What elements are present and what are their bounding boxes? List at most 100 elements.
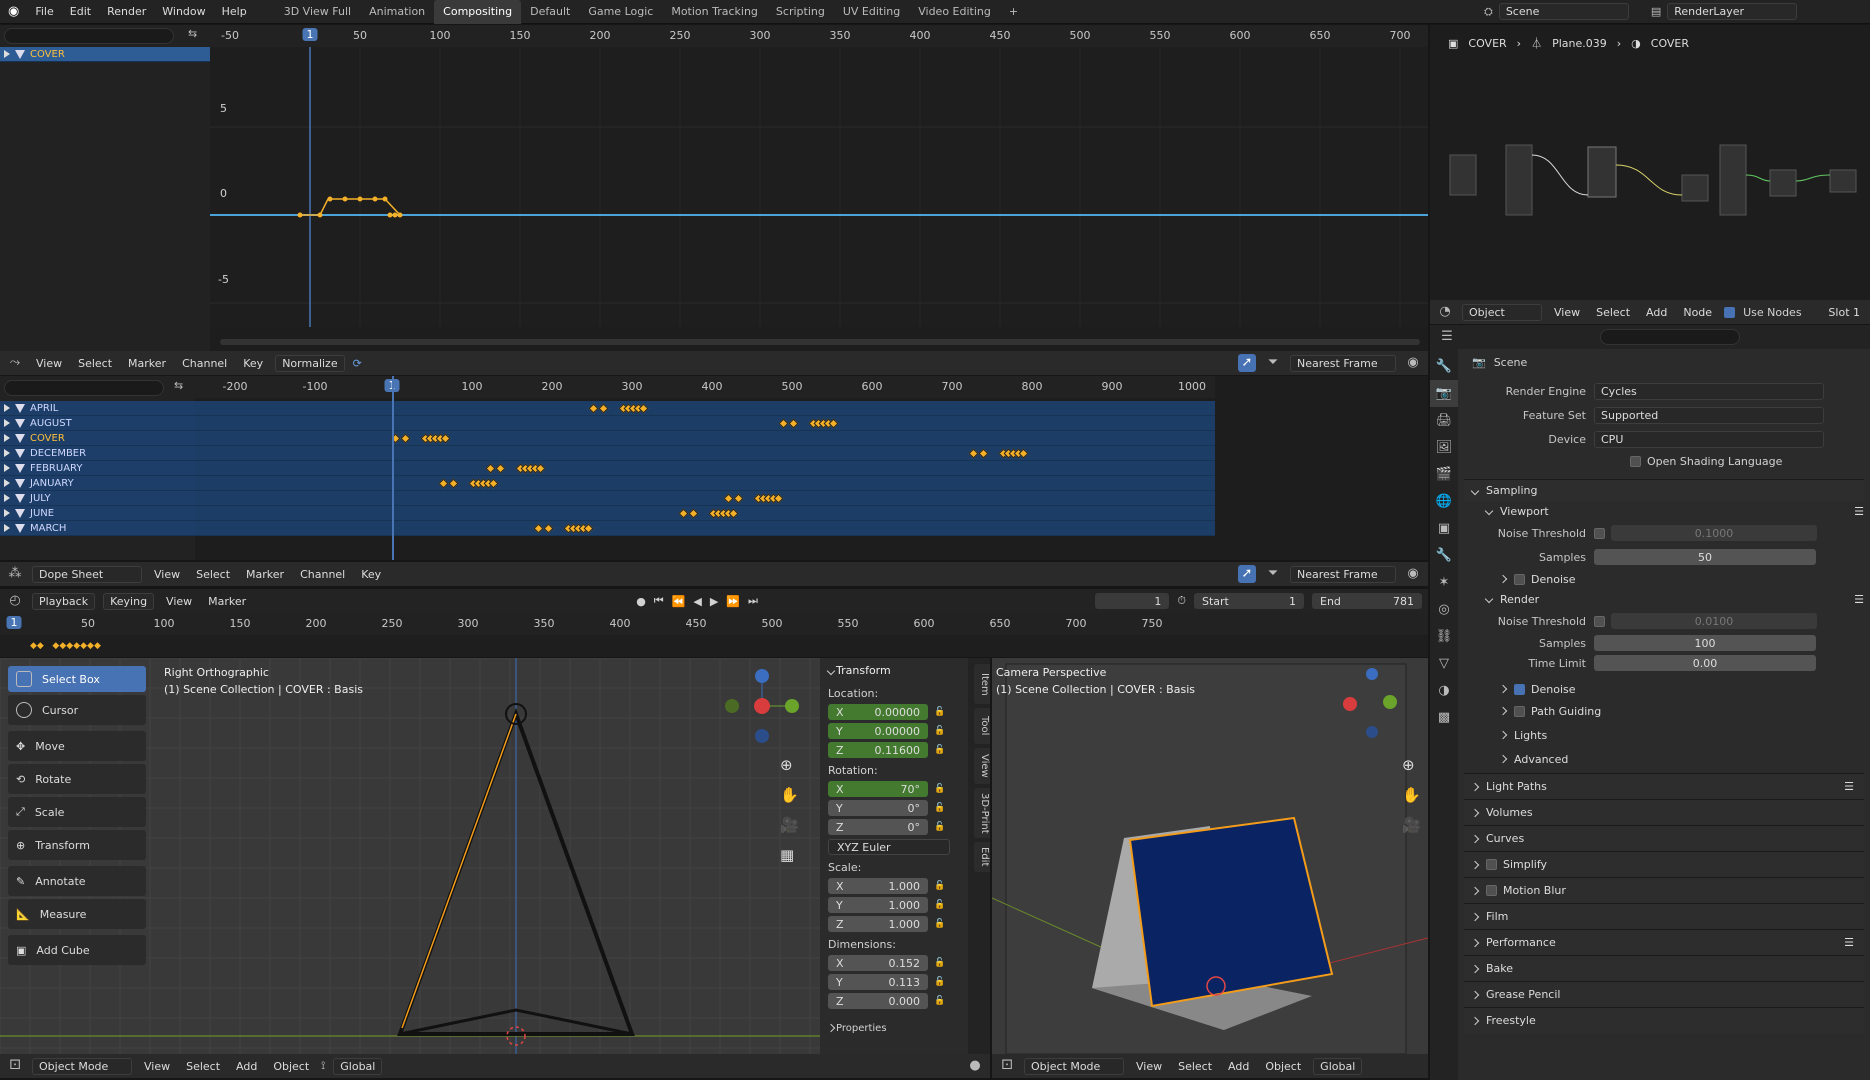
- data-tab-icon[interactable]: ▽: [1430, 650, 1458, 677]
- view-layer-tab-icon[interactable]: 🖼: [1430, 434, 1458, 461]
- graph-keyframe[interactable]: [382, 196, 388, 202]
- subsection-lights[interactable]: Lights: [1464, 723, 1864, 747]
- camera-icon[interactable]: 🎥: [1402, 810, 1421, 840]
- stopwatch-icon[interactable]: ⏱: [1177, 594, 1186, 608]
- tab-scripting[interactable]: Scripting: [767, 0, 834, 24]
- dope-area[interactable]: -200-10011002003004005006007008009001000: [195, 376, 1215, 560]
- vp-menu-add[interactable]: Add: [1224, 1060, 1253, 1073]
- list-icon[interactable]: ☰: [1854, 505, 1864, 518]
- tab-3d-print[interactable]: 3D-Print: [974, 788, 990, 838]
- render-tab-icon[interactable]: 📷: [1430, 380, 1458, 407]
- jump-start-icon[interactable]: ⏮: [654, 594, 664, 608]
- subsection-advanced[interactable]: Advanced: [1464, 747, 1864, 771]
- r-noise-checkbox[interactable]: [1594, 615, 1605, 627]
- prev-key-icon[interactable]: ⏪: [672, 595, 686, 608]
- graph-keyframe[interactable]: [297, 212, 303, 218]
- pan-hand-icon[interactable]: ✋: [1402, 780, 1421, 810]
- shading-solid-icon[interactable]: ●: [966, 1057, 984, 1075]
- keyframe[interactable]: [535, 463, 546, 474]
- tab-item[interactable]: Item: [974, 664, 990, 704]
- keyframe[interactable]: [688, 508, 699, 519]
- end-frame-field[interactable]: End 781: [1312, 593, 1422, 609]
- select-tool-icon[interactable]: ➚: [1238, 565, 1256, 583]
- node-mode-dropdown[interactable]: Object: [1462, 303, 1542, 321]
- dope-row[interactable]: [195, 446, 1215, 461]
- editor-type-icon[interactable]: ⚀: [998, 1057, 1016, 1075]
- keyframe[interactable]: [788, 418, 799, 429]
- section-bake[interactable]: Bake: [1464, 955, 1864, 981]
- dope-menu-key[interactable]: Key: [357, 568, 385, 581]
- graph-keyframe[interactable]: [327, 196, 333, 202]
- tool-move[interactable]: ✥ Move: [8, 731, 146, 761]
- scene-selector[interactable]: Scene: [1498, 3, 1629, 20]
- graph-canvas[interactable]: [210, 47, 1428, 327]
- node-editor[interactable]: ▣ COVER › ⏃ Plane.039 › ◑ COVER: [1430, 25, 1870, 300]
- editor-type-icon[interactable]: ⁂: [6, 565, 24, 583]
- timeline-area[interactable]: 1 50 100 150 200 250 300 350 400 450 500 550 600 650 7…: [0, 613, 1428, 657]
- dope-playhead[interactable]: [392, 376, 394, 560]
- material-tab-icon[interactable]: ◑: [1430, 677, 1458, 704]
- dope-channel-january[interactable]: JANUARY: [0, 476, 195, 491]
- playback-menu[interactable]: Playback: [32, 592, 96, 610]
- list-icon[interactable]: ☰: [1854, 593, 1864, 606]
- proportional-icon[interactable]: ◉: [1404, 354, 1422, 372]
- tab-default[interactable]: Default: [521, 0, 579, 24]
- constraints-tab-icon[interactable]: ⛓: [1430, 623, 1458, 650]
- tool-add-cube[interactable]: ▣ Add Cube: [8, 935, 146, 965]
- graph-keyframe[interactable]: [387, 212, 393, 218]
- path-guiding-checkbox[interactable]: [1514, 705, 1525, 717]
- node-menu-add[interactable]: Add: [1642, 306, 1671, 319]
- keyframe[interactable]: [495, 463, 506, 474]
- dope-channel-june[interactable]: JUNE: [0, 506, 195, 521]
- dope-row[interactable]: [195, 461, 1215, 476]
- graph-area[interactable]: -50 1 50 100 150 200 250 300 350 400 450 500 550 600 6…: [210, 25, 1428, 345]
- rotation-x-field[interactable]: X 70°: [828, 781, 928, 797]
- mode-dropdown[interactable]: Object Mode: [1024, 1057, 1124, 1075]
- orientation-dropdown[interactable]: Global: [1313, 1057, 1363, 1075]
- keyframe[interactable]: [438, 478, 449, 489]
- nav-gizmo[interactable]: [720, 668, 810, 748]
- graph-keyframe[interactable]: [317, 212, 323, 218]
- dope-row[interactable]: [195, 401, 1215, 416]
- graph-keyframe[interactable]: [357, 196, 363, 202]
- lock-icon[interactable]: 🔓: [934, 803, 945, 813]
- swap-icon[interactable]: ⇆: [174, 379, 183, 392]
- tab-motion-tracking[interactable]: Motion Tracking: [662, 0, 767, 24]
- keyframe[interactable]: [1018, 448, 1029, 459]
- keyframe[interactable]: [533, 523, 544, 534]
- tab-uv-editing[interactable]: UV Editing: [834, 0, 909, 24]
- dims-x-field[interactable]: X 0.152: [828, 955, 928, 971]
- tool-annotate[interactable]: ✎ Annotate: [8, 866, 146, 896]
- zoom-icon[interactable]: ⊕: [780, 750, 799, 780]
- lock-icon[interactable]: 🔓: [934, 822, 945, 832]
- rotation-z-field[interactable]: Z 0°: [828, 819, 928, 835]
- scale-z-field[interactable]: Z 1.000: [828, 916, 928, 932]
- output-tab-icon[interactable]: 🖨: [1430, 407, 1458, 434]
- editor-type-icon[interactable]: ◔: [1436, 303, 1454, 321]
- keyframe[interactable]: [598, 403, 609, 414]
- keyframe[interactable]: [773, 493, 784, 504]
- scene-tab-icon[interactable]: 🎬: [1430, 461, 1458, 488]
- vp-menu-object[interactable]: Object: [269, 1060, 313, 1073]
- next-key-icon[interactable]: ⏩: [726, 595, 740, 608]
- physics-tab-icon[interactable]: ◎: [1430, 596, 1458, 623]
- nav-gizmo-camera[interactable]: [1342, 668, 1412, 738]
- texture-tab-icon[interactable]: ▩: [1430, 704, 1458, 731]
- editor-type-icon[interactable]: ⤳: [6, 354, 24, 372]
- dims-z-field[interactable]: Z 0.000: [828, 993, 928, 1009]
- tool-rotate[interactable]: ⟲ Rotate: [8, 764, 146, 794]
- filter-icon[interactable]: ⏷: [1264, 354, 1282, 372]
- viewport-camera[interactable]: Camera Perspective (1) Scene Collection …: [992, 658, 1428, 1054]
- keyframe[interactable]: [400, 433, 411, 444]
- keyframe[interactable]: [488, 478, 499, 489]
- rotation-y-field[interactable]: Y 0°: [828, 800, 928, 816]
- section-sampling[interactable]: Sampling: [1464, 479, 1864, 501]
- properties-search-input[interactable]: [1600, 329, 1740, 345]
- pan-hand-icon[interactable]: ✋: [780, 780, 799, 810]
- channel-search-input[interactable]: [4, 28, 174, 44]
- refresh-icon[interactable]: ⟳: [353, 357, 362, 370]
- tab-game-logic[interactable]: Game Logic: [579, 0, 662, 24]
- orientation-dropdown[interactable]: Global: [333, 1057, 383, 1075]
- location-y-field[interactable]: Y 0.00000: [828, 723, 928, 739]
- device-dropdown[interactable]: CPU: [1594, 430, 1824, 448]
